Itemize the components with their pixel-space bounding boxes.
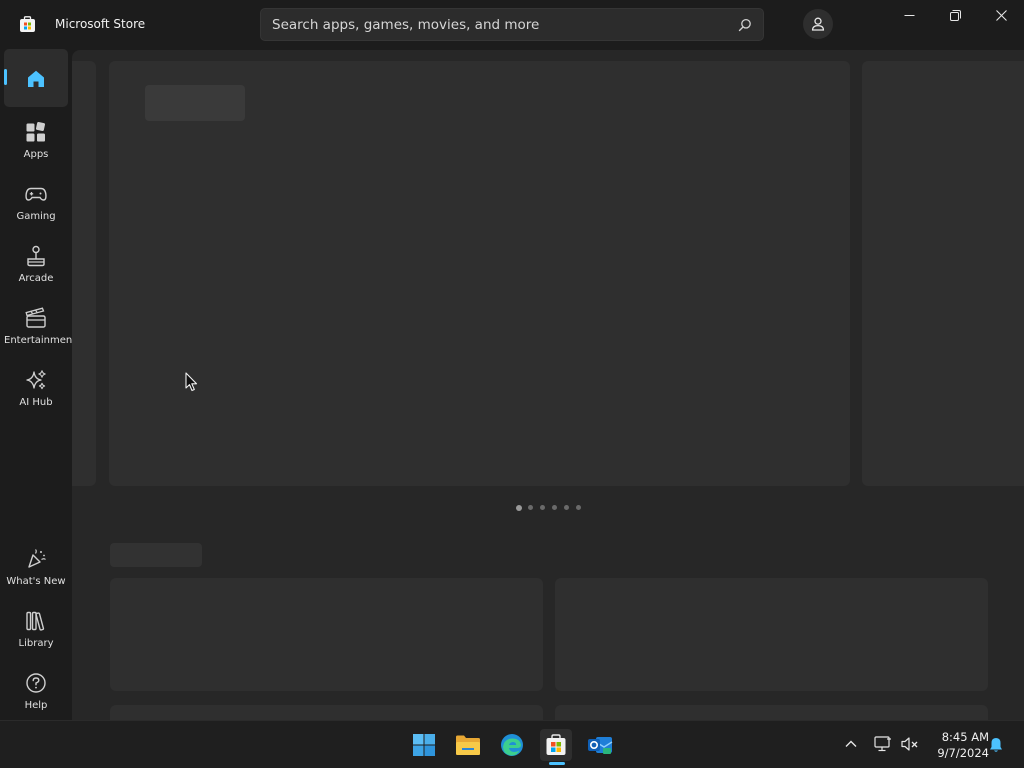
sidebar-item-entertainment[interactable]: Entertainment	[4, 297, 77, 355]
sidebar-item-apps[interactable]: Apps	[4, 111, 68, 169]
network-icon[interactable]	[874, 736, 892, 752]
sidebar-item-label: Apps	[23, 149, 49, 160]
minimize-icon	[904, 15, 915, 16]
edge-icon	[501, 734, 523, 756]
sidebar: Apps Gaming Arcade Entertainment AI Hub …	[0, 48, 77, 720]
mouse-cursor-icon	[185, 372, 198, 392]
carousel-dot[interactable]	[552, 505, 557, 510]
profile-button[interactable]	[803, 9, 833, 39]
clock-time: 8:45 AM	[941, 730, 989, 744]
outlook-icon	[588, 737, 613, 754]
restore-icon	[950, 10, 961, 21]
content-card[interactable]	[555, 705, 988, 720]
content-card[interactable]	[110, 705, 543, 720]
hero-card-next[interactable]	[862, 61, 1024, 486]
active-indicator	[4, 69, 7, 85]
volume-muted-icon[interactable]	[901, 736, 919, 752]
gamepad-icon	[25, 187, 47, 201]
joystick-icon	[27, 245, 45, 267]
sidebar-item-label: AI Hub	[19, 397, 53, 408]
hero-card-previous[interactable]	[72, 61, 96, 486]
taskbar: 8:45 AM 9/7/2024	[0, 720, 1024, 768]
sidebar-item-label: Help	[24, 700, 48, 711]
start-icon	[413, 734, 435, 756]
help-icon	[26, 673, 46, 693]
store-icon	[546, 734, 566, 755]
file-explorer-icon	[456, 735, 480, 755]
close-button[interactable]	[978, 0, 1024, 32]
restore-button[interactable]	[932, 0, 978, 32]
party-icon	[28, 549, 46, 568]
home-icon	[28, 70, 44, 87]
content-card[interactable]	[110, 578, 543, 691]
taskbar-edge[interactable]	[496, 729, 528, 761]
sidebar-item-help[interactable]: Help	[4, 662, 68, 720]
sidebar-item-label: What's New	[6, 576, 66, 587]
minimize-button[interactable]	[886, 0, 932, 32]
store-app-icon	[20, 16, 35, 32]
carousel-dot[interactable]	[516, 504, 522, 511]
active-app-indicator	[549, 762, 565, 765]
sidebar-item-library[interactable]: Library	[4, 600, 68, 658]
hero-title-placeholder	[145, 85, 245, 121]
user-icon	[811, 17, 825, 31]
taskbar-outlook[interactable]	[584, 729, 616, 761]
search-placeholder[interactable]: Search apps, games, movies, and more	[272, 17, 539, 33]
taskbar-store[interactable]	[540, 729, 572, 761]
clapperboard-icon	[25, 307, 46, 328]
sidebar-item-home[interactable]	[4, 49, 68, 107]
content-card[interactable]	[555, 578, 988, 691]
carousel-dot[interactable]	[540, 505, 545, 510]
close-icon	[996, 10, 1007, 21]
sidebar-item-label: Entertainment	[4, 335, 77, 346]
sidebar-item-whats-new[interactable]: What's New	[4, 538, 68, 596]
clock-date: 9/7/2024	[937, 746, 989, 760]
library-icon	[26, 611, 45, 631]
store-window: Microsoft Store Search apps, games, movi…	[0, 0, 1024, 720]
search-icon[interactable]	[738, 18, 752, 32]
apps-icon	[26, 121, 46, 142]
system-clock[interactable]: 8:45 AM 9/7/2024	[925, 729, 989, 761]
main-content	[72, 50, 1024, 720]
chevron-up-icon[interactable]	[845, 739, 857, 749]
section-title-placeholder	[110, 543, 202, 567]
sidebar-item-gaming[interactable]: Gaming	[4, 173, 68, 231]
sidebar-item-label: Gaming	[16, 211, 56, 222]
carousel-dot[interactable]	[528, 505, 533, 510]
hero-card[interactable]	[109, 61, 850, 486]
sparkle-icon	[26, 370, 46, 390]
app-title: Microsoft Store	[55, 17, 146, 31]
sidebar-item-label: Arcade	[18, 273, 54, 284]
carousel-dot[interactable]	[576, 505, 581, 510]
search-box[interactable]: Search apps, games, movies, and more	[260, 8, 764, 41]
notification-bell-icon[interactable]	[989, 737, 1003, 753]
taskbar-start[interactable]	[408, 729, 440, 761]
carousel-dot[interactable]	[564, 505, 569, 510]
sidebar-item-ai-hub[interactable]: AI Hub	[4, 359, 68, 417]
sidebar-item-arcade[interactable]: Arcade	[4, 235, 68, 293]
sidebar-item-label: Library	[18, 638, 54, 649]
taskbar-file-explorer[interactable]	[452, 729, 484, 761]
title-bar: Microsoft Store Search apps, games, movi…	[0, 0, 1024, 48]
